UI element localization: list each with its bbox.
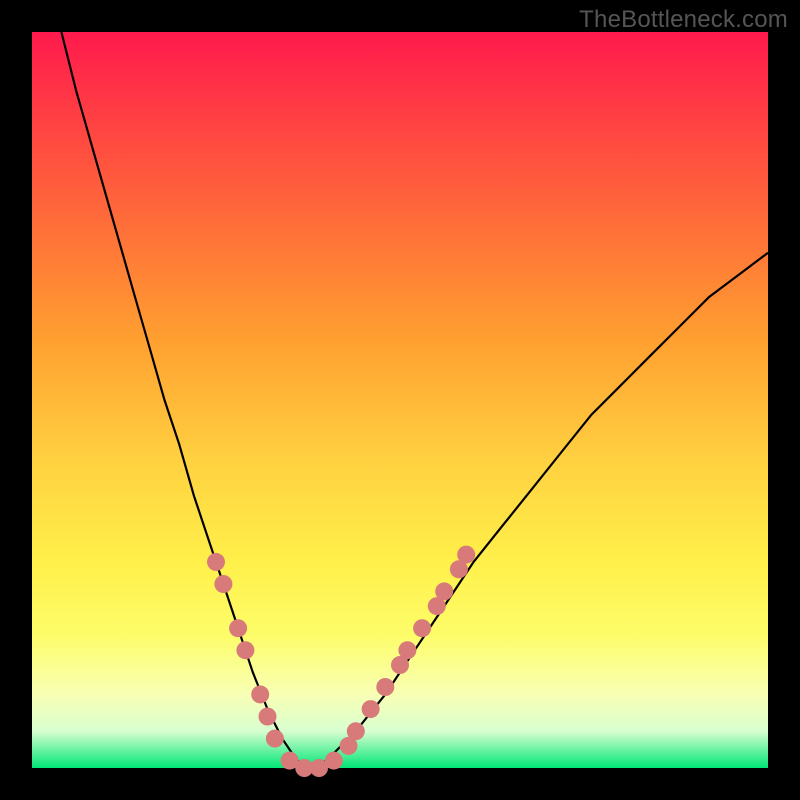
range-dot [207, 553, 225, 571]
chart-frame: TheBottleneck.com [0, 0, 800, 800]
range-dot [435, 582, 453, 600]
watermark-text: TheBottleneck.com [579, 6, 788, 34]
range-dot [362, 700, 380, 718]
range-dot [229, 619, 247, 637]
range-dot [251, 685, 269, 703]
range-dot [214, 575, 232, 593]
bottleneck-curve [61, 32, 768, 768]
range-dot [236, 641, 254, 659]
range-dot [457, 546, 475, 564]
range-dot [398, 641, 416, 659]
range-dot [266, 730, 284, 748]
range-dot [259, 708, 277, 726]
range-dot [413, 619, 431, 637]
range-dot [376, 678, 394, 696]
range-dot [325, 752, 343, 770]
curve-layer [32, 32, 768, 768]
typical-range-dots [207, 546, 475, 777]
range-dot [347, 722, 365, 740]
